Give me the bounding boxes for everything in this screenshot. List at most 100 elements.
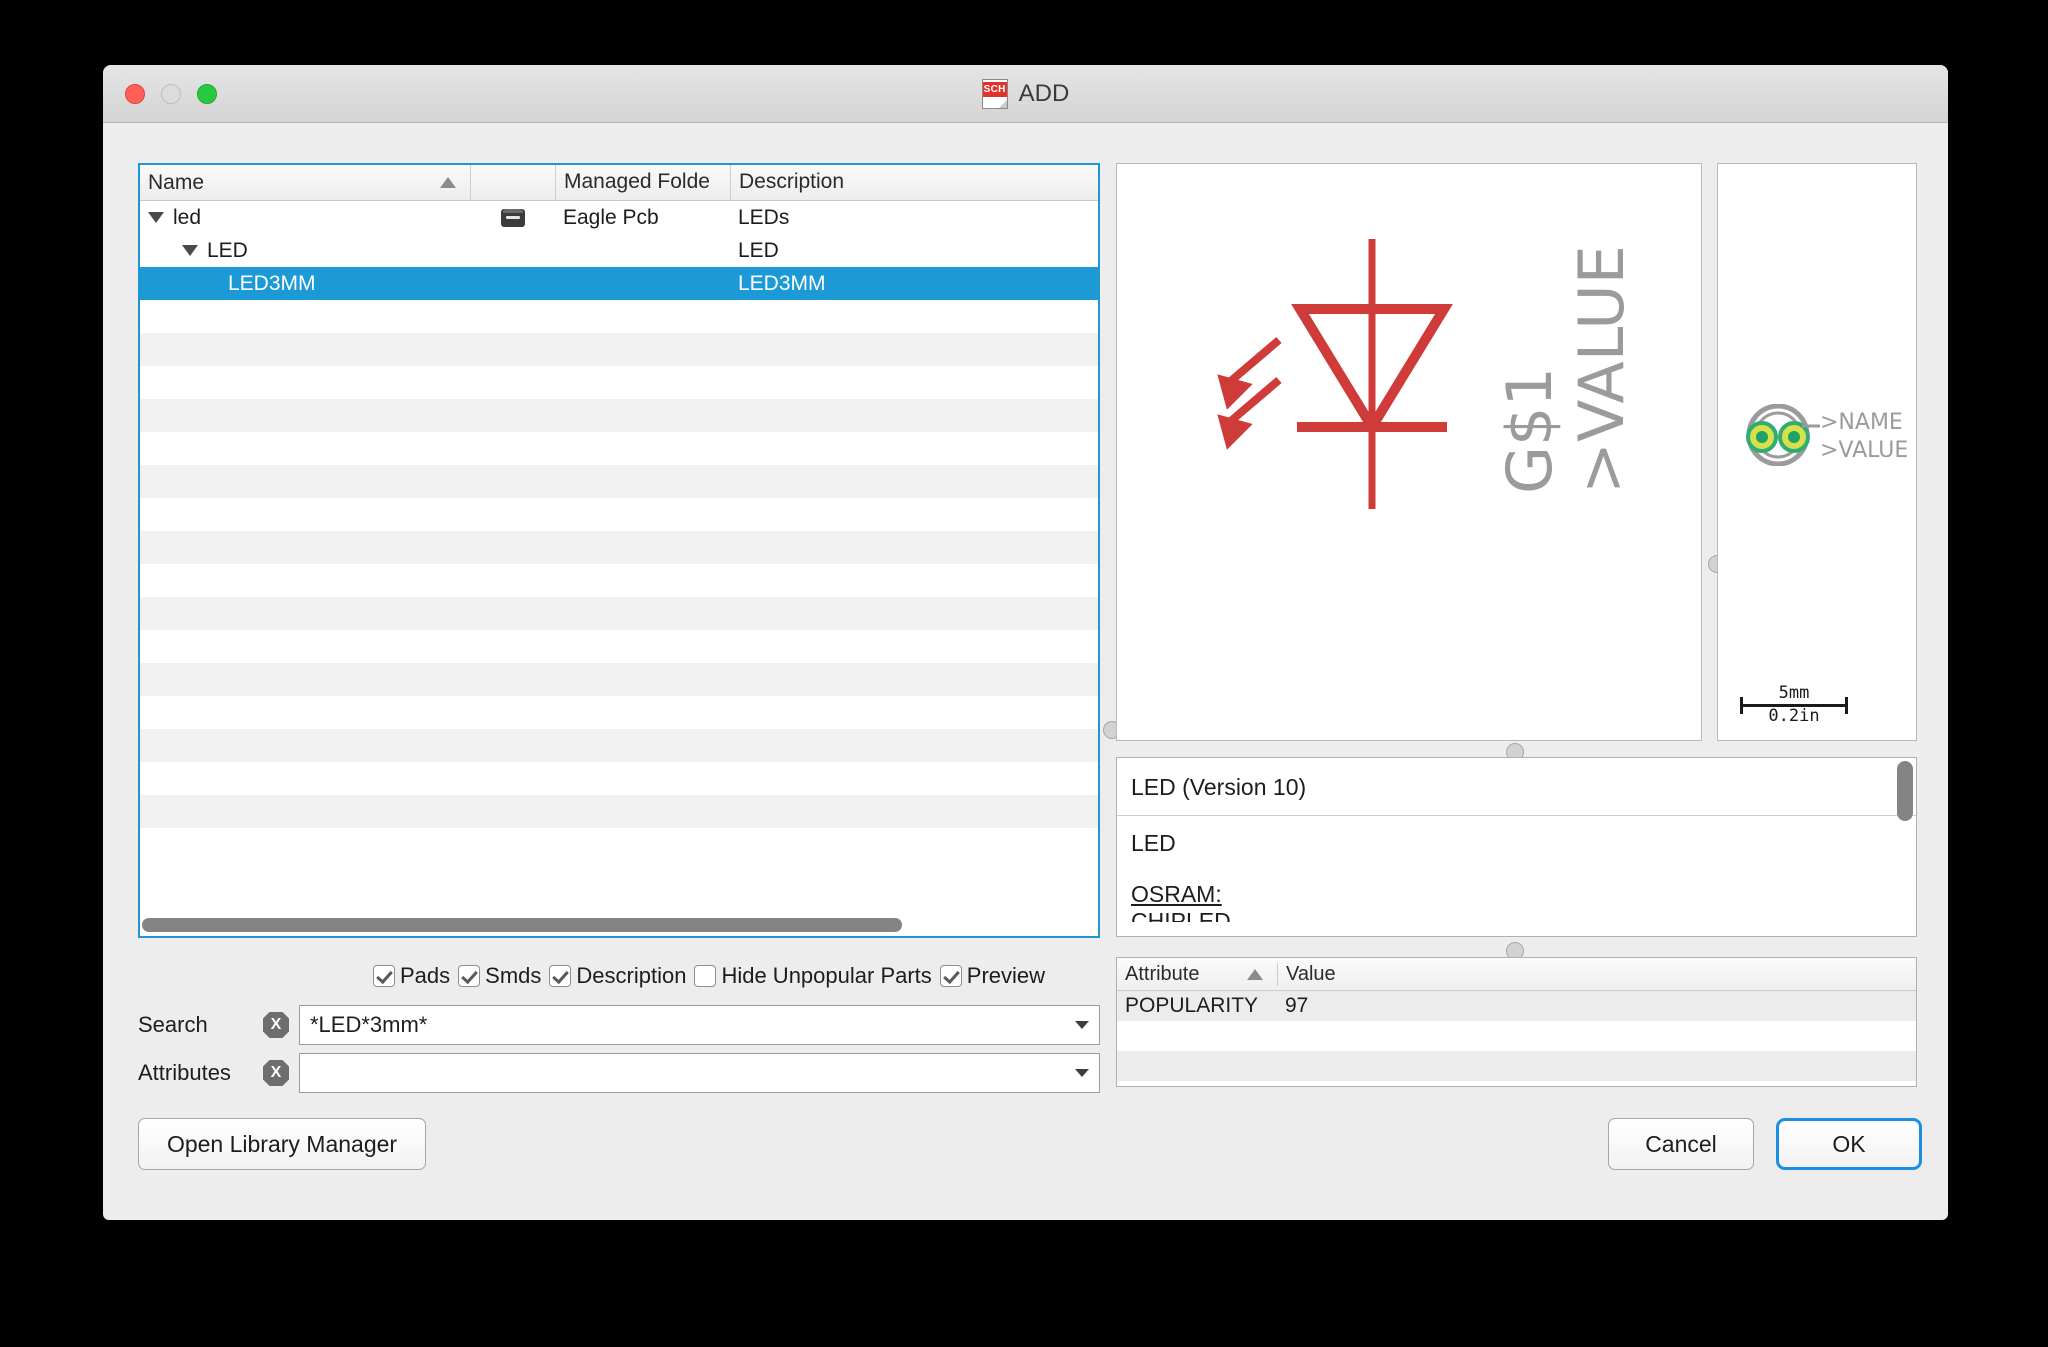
symbol-value-label: >VALUE xyxy=(1565,245,1638,494)
checkbox-hide-unpopular-parts[interactable]: Hide Unpopular Parts xyxy=(694,963,932,989)
tree-row-name: led xyxy=(140,206,470,230)
table-row-empty[interactable] xyxy=(140,366,1098,399)
footprint-name-label: >NAME xyxy=(1820,410,1903,435)
dialog-body: Name Managed Folde Description led Eagle… xyxy=(103,123,1948,1219)
search-row: Search X *LED*3mm* xyxy=(138,1003,1100,1047)
search-label: Search xyxy=(138,1012,208,1037)
search-clear-button[interactable]: X xyxy=(263,1012,289,1038)
collapse-triangle-icon[interactable] xyxy=(182,245,198,256)
tree-empty-rows xyxy=(140,300,1098,828)
table-row-empty[interactable] xyxy=(140,399,1098,432)
checkbox-description-box[interactable] xyxy=(549,965,572,987)
table-row-empty[interactable] xyxy=(1117,1021,1916,1051)
checkbox-description[interactable]: Description xyxy=(549,963,686,989)
checkbox-smds[interactable]: Smds xyxy=(458,963,541,989)
ok-button[interactable]: OK xyxy=(1776,1118,1922,1170)
checkbox-preview-label: Preview xyxy=(966,963,1046,988)
footprint-value-label: >VALUE xyxy=(1820,438,1909,463)
tree-rows[interactable]: led Eagle Pcb LEDs LED LED LED3MM LED3MM xyxy=(140,201,1098,901)
description-line-3: CHIPLED xyxy=(1131,908,1231,922)
table-row-empty[interactable] xyxy=(140,300,1098,333)
footprint-pads-icon xyxy=(1746,404,1820,466)
attributes-header: Attribute Value xyxy=(1117,958,1916,991)
tree-row-description: LEDs xyxy=(738,205,790,229)
column-header-name[interactable]: Name xyxy=(140,165,470,200)
attributes-filter-input[interactable] xyxy=(299,1053,1100,1093)
description-vertical-scrollbar[interactable] xyxy=(1897,761,1913,933)
table-row-selected[interactable]: LED3MM LED3MM xyxy=(140,267,1098,300)
column-header-icon[interactable] xyxy=(470,165,555,200)
table-row-empty[interactable] xyxy=(140,630,1098,663)
search-input-value: *LED*3mm* xyxy=(310,1012,428,1037)
drawer-icon xyxy=(500,208,525,227)
open-library-manager-button[interactable]: Open Library Manager xyxy=(138,1118,426,1170)
collapse-triangle-icon[interactable] xyxy=(148,212,164,223)
table-row[interactable]: led Eagle Pcb LEDs xyxy=(140,201,1098,234)
window-title: ADD xyxy=(1018,80,1070,107)
attributes-filter-row: Attributes X xyxy=(138,1051,1100,1095)
checkbox-preview-box[interactable] xyxy=(939,965,962,987)
tree-horizontal-scrollbar[interactable] xyxy=(142,918,1092,932)
options-checkbox-row: Pads Smds Description Hide Unpopular Par… xyxy=(138,963,1100,989)
column-header-managed-folder[interactable]: Managed Folde xyxy=(555,165,730,200)
checkbox-hide-unpopular-parts-box[interactable] xyxy=(694,965,717,987)
scrollbar-thumb[interactable] xyxy=(142,918,902,932)
column-header-value[interactable]: Value xyxy=(1277,962,1916,986)
checkbox-pads-box[interactable] xyxy=(373,965,395,987)
column-header-description[interactable]: Description xyxy=(730,165,1098,200)
attributes-clear-button[interactable]: X xyxy=(263,1060,289,1086)
attributes-filter-label: Attributes xyxy=(138,1060,231,1085)
description-line-2: OSRAM: xyxy=(1131,881,1222,907)
table-row[interactable]: POPULARITY 97 xyxy=(1117,991,1916,1021)
table-row-empty[interactable] xyxy=(140,729,1098,762)
table-row-empty[interactable] xyxy=(140,432,1098,465)
library-tree-panel[interactable]: Name Managed Folde Description led Eagle… xyxy=(138,163,1100,938)
checkbox-pads[interactable]: Pads xyxy=(373,963,450,989)
table-row-empty[interactable] xyxy=(140,498,1098,531)
table-row-empty[interactable] xyxy=(1117,1051,1916,1081)
chevron-down-icon[interactable] xyxy=(1075,1021,1089,1029)
table-row-empty[interactable] xyxy=(140,696,1098,729)
table-row-empty[interactable] xyxy=(140,531,1098,564)
sort-ascending-icon xyxy=(440,177,456,188)
scale-bar: 5mm 0.2in xyxy=(1740,684,1848,726)
search-input[interactable]: *LED*3mm* xyxy=(299,1005,1100,1045)
table-row-empty[interactable] xyxy=(140,465,1098,498)
tree-row-name: LED3MM xyxy=(228,271,316,295)
tree-row-description: LED xyxy=(738,238,779,262)
table-row-empty[interactable] xyxy=(140,795,1098,828)
table-row-empty[interactable] xyxy=(140,762,1098,795)
tree-row-description: LED3MM xyxy=(738,271,826,295)
tree-header: Name Managed Folde Description xyxy=(140,165,1098,201)
table-row[interactable]: LED LED xyxy=(140,234,1098,267)
attributes-table[interactable]: Attribute Value POPULARITY 97 xyxy=(1116,957,1917,1087)
footprint-preview-pane[interactable]: >NAME >VALUE 5mm 0.2in xyxy=(1717,163,1917,741)
add-dialog-window: SCH ADD Name Managed Folde Description l… xyxy=(103,65,1948,1220)
attribute-value: 97 xyxy=(1285,994,1309,1017)
checkbox-preview[interactable]: Preview xyxy=(939,963,1046,989)
title-bar: SCH ADD xyxy=(103,65,1948,123)
sort-ascending-icon xyxy=(1247,968,1263,980)
column-header-attribute[interactable]: Attribute xyxy=(1117,963,1277,986)
checkbox-smds-label: Smds xyxy=(485,963,542,988)
cancel-button[interactable]: Cancel xyxy=(1608,1118,1754,1170)
scale-bar-line xyxy=(1740,697,1848,715)
checkbox-description-label: Description xyxy=(576,963,687,988)
tree-row-folder: Eagle Pcb xyxy=(563,205,659,229)
sch-icon-label: SCH xyxy=(982,82,1007,97)
checkbox-smds-box[interactable] xyxy=(458,965,481,987)
chevron-down-icon[interactable] xyxy=(1075,1069,1089,1077)
checkbox-pads-label: Pads xyxy=(400,963,451,988)
table-row-empty[interactable] xyxy=(140,333,1098,366)
table-row-empty[interactable] xyxy=(140,564,1098,597)
table-row-empty[interactable] xyxy=(140,663,1098,696)
table-row-empty[interactable] xyxy=(140,597,1098,630)
table-row-empty[interactable] xyxy=(1117,1081,1916,1111)
attributes-empty-rows xyxy=(1117,1021,1916,1111)
symbol-preview-pane[interactable]: G$1 >VALUE xyxy=(1116,163,1702,741)
description-pane[interactable]: LED (Version 10) LED OSRAM: CHIPLED xyxy=(1116,757,1917,937)
attribute-name: POPULARITY xyxy=(1125,994,1259,1017)
title-wrap: SCH ADD xyxy=(103,65,1948,123)
sch-document-icon: SCH xyxy=(981,79,1008,109)
scrollbar-thumb[interactable] xyxy=(1897,761,1913,821)
